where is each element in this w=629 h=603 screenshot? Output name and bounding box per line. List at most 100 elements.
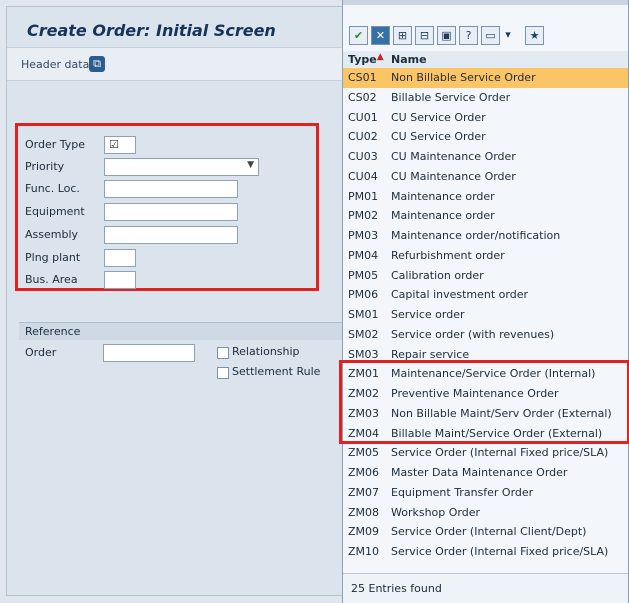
entry-type: ZM05 xyxy=(348,446,380,460)
entry-name: Master Data Maintenance Order xyxy=(391,466,568,479)
entry-type: SM03 xyxy=(348,347,379,361)
entry-name: Maintenance order xyxy=(391,189,495,203)
list-item[interactable]: CU03 CU Maintenance Order xyxy=(343,147,628,167)
restrict-icon[interactable]: ▣ xyxy=(437,25,456,45)
relationship-checkbox[interactable] xyxy=(217,347,229,359)
order-type-label: Order Type xyxy=(25,138,86,151)
entry-name: CU Maintenance Order xyxy=(391,169,516,183)
find-icon[interactable]: ⊞ xyxy=(393,25,412,45)
entry-type: ZM06 xyxy=(348,466,380,479)
list-header: Type▲ Name xyxy=(343,51,628,68)
entry-name: Service order (with revenues) xyxy=(391,327,555,341)
entry-type: SM01 xyxy=(348,308,379,321)
entry-name: Capital investment order xyxy=(391,288,529,302)
list-item[interactable]: CU04 CU Maintenance Order xyxy=(343,167,628,187)
relationship-label: Relationship xyxy=(232,345,300,358)
entry-name: Service order xyxy=(391,308,465,321)
entry-type: PM03 xyxy=(348,229,379,242)
entry-type: PM04 xyxy=(348,248,379,262)
header-data-icon[interactable]: ⧉ xyxy=(89,56,105,72)
list-item[interactable]: ZM08 Workshop Order xyxy=(343,503,628,523)
list-item[interactable]: PM01 Maintenance order xyxy=(343,187,628,207)
entry-name: Refurbishment order xyxy=(391,248,505,262)
help-icon[interactable]: ? xyxy=(459,25,478,45)
popup-toolbar: ✔ ✕ ⊞ ⊟ ▣ ? ▭ ▾ ★ xyxy=(349,24,544,46)
entry-name: Maintenance order/notification xyxy=(391,229,561,242)
entry-type: CU03 xyxy=(348,150,378,163)
confirm-check-icon[interactable]: ✔ xyxy=(349,25,368,45)
entry-type: ZM08 xyxy=(348,505,380,519)
order-type-input[interactable]: ☑ xyxy=(104,136,136,154)
list-item[interactable]: CS02 Billable Service Order xyxy=(343,88,628,108)
column-header-type[interactable]: Type▲ xyxy=(348,52,384,66)
entry-name: Repair service xyxy=(391,347,470,361)
entry-name: Maintenance order xyxy=(391,209,495,223)
list-item[interactable]: CU02 CU Service Order xyxy=(343,127,628,147)
reference-section-label: Reference xyxy=(25,325,81,338)
favorites-icon[interactable]: ★ xyxy=(525,25,544,45)
reference-order-input[interactable] xyxy=(103,344,195,362)
func-loc-input[interactable] xyxy=(104,180,238,198)
assembly-input[interactable] xyxy=(104,226,238,244)
list-item[interactable]: CS01 Non Billable Service Order xyxy=(343,68,628,88)
list-item[interactable]: ZM05 Service Order (Internal Fixed price/… xyxy=(343,443,628,463)
list-item[interactable]: ZM07 Equipment Transfer Order xyxy=(343,483,628,503)
entry-name: CU Maintenance Order xyxy=(391,150,516,163)
order-type-search-help-popup: ✔ ✕ ⊞ ⊟ ▣ ? ▭ ▾ ★ Type▲ Name CS01 Non Bil… xyxy=(339,0,629,603)
entry-name: Workshop Order xyxy=(391,505,481,519)
priority-select[interactable]: ▼ xyxy=(104,158,259,176)
column-header-name[interactable]: Name xyxy=(391,53,427,66)
list-item[interactable]: PM02 Maintenance order xyxy=(343,206,628,226)
bus-area-label: Bus. Area xyxy=(25,273,78,286)
func-loc-label: Func. Loc. xyxy=(25,182,80,195)
cancel-icon[interactable]: ✕ xyxy=(371,25,390,45)
entry-type: ZM10 xyxy=(348,545,380,558)
entry-name: Service Order (Internal Fixed price/SLA) xyxy=(391,545,609,558)
popup-top-bar xyxy=(343,0,628,5)
entry-type: CS02 xyxy=(348,90,377,104)
equipment-input[interactable] xyxy=(104,203,238,221)
entry-name: Equipment Transfer Order xyxy=(391,485,534,499)
entry-type: CU02 xyxy=(348,130,378,144)
reference-order-label: Order xyxy=(25,346,57,359)
entry-type: ZM09 xyxy=(348,525,380,539)
entry-name: CU Service Order xyxy=(391,110,486,124)
entry-name: Non Billable Service Order xyxy=(391,71,536,84)
list-item[interactable]: PM05 Calibration order xyxy=(343,266,628,286)
entry-name: Calibration order xyxy=(391,268,484,282)
search-help-icon[interactable]: ☑ xyxy=(109,138,119,151)
plng-plant-input[interactable] xyxy=(104,249,136,267)
plng-plant-label: Plng plant xyxy=(25,251,81,264)
entry-type: CS01 xyxy=(348,71,377,84)
entry-type: ZM07 xyxy=(348,485,380,499)
screen-title: Create Order: Initial Screen xyxy=(27,21,276,40)
bus-area-input[interactable] xyxy=(104,271,136,289)
assembly-label: Assembly xyxy=(25,228,79,241)
list-item[interactable]: SM01 Service order xyxy=(343,305,628,325)
entry-type: SM02 xyxy=(348,327,379,341)
find-next-icon[interactable]: ⊟ xyxy=(415,25,434,45)
list-item[interactable]: CU01 CU Service Order xyxy=(343,108,628,128)
settlement-rule-checkbox[interactable] xyxy=(217,367,229,379)
create-order-screen: Create Order: Initial Screen Header data… xyxy=(6,6,349,596)
list-item[interactable]: ZM10 Service Order (Internal Fixed price/… xyxy=(343,542,628,562)
entry-type: PM06 xyxy=(348,288,379,302)
entry-name: Service Order (Internal Client/Dept) xyxy=(391,525,587,539)
priority-label: Priority xyxy=(25,160,65,173)
entry-type: CU01 xyxy=(348,110,378,124)
application-toolbar: Header data ⧉ xyxy=(7,47,348,81)
list-item[interactable]: SM02 Service order (with revenues) xyxy=(343,325,628,345)
dropdown-chevron-icon[interactable]: ▾ xyxy=(503,26,513,45)
list-item[interactable]: PM06 Capital investment order xyxy=(343,285,628,305)
chevron-down-icon[interactable]: ▼ xyxy=(247,160,254,170)
entry-name: CU Service Order xyxy=(391,130,486,144)
header-data-button[interactable]: Header data xyxy=(21,58,89,71)
equipment-label: Equipment xyxy=(25,205,85,218)
print-icon[interactable]: ▭ xyxy=(481,25,500,45)
list-item[interactable]: PM03 Maintenance order/notification xyxy=(343,226,628,246)
entry-name: Service Order (Internal Fixed price/SLA) xyxy=(391,446,609,460)
list-item[interactable]: ZM09 Service Order (Internal Client/Dept) xyxy=(343,522,628,542)
list-item[interactable]: ZM06 Master Data Maintenance Order xyxy=(343,463,628,483)
list-item[interactable]: PM04 Refurbishment order xyxy=(343,246,628,266)
sort-ascending-icon: ▲ xyxy=(376,52,384,62)
